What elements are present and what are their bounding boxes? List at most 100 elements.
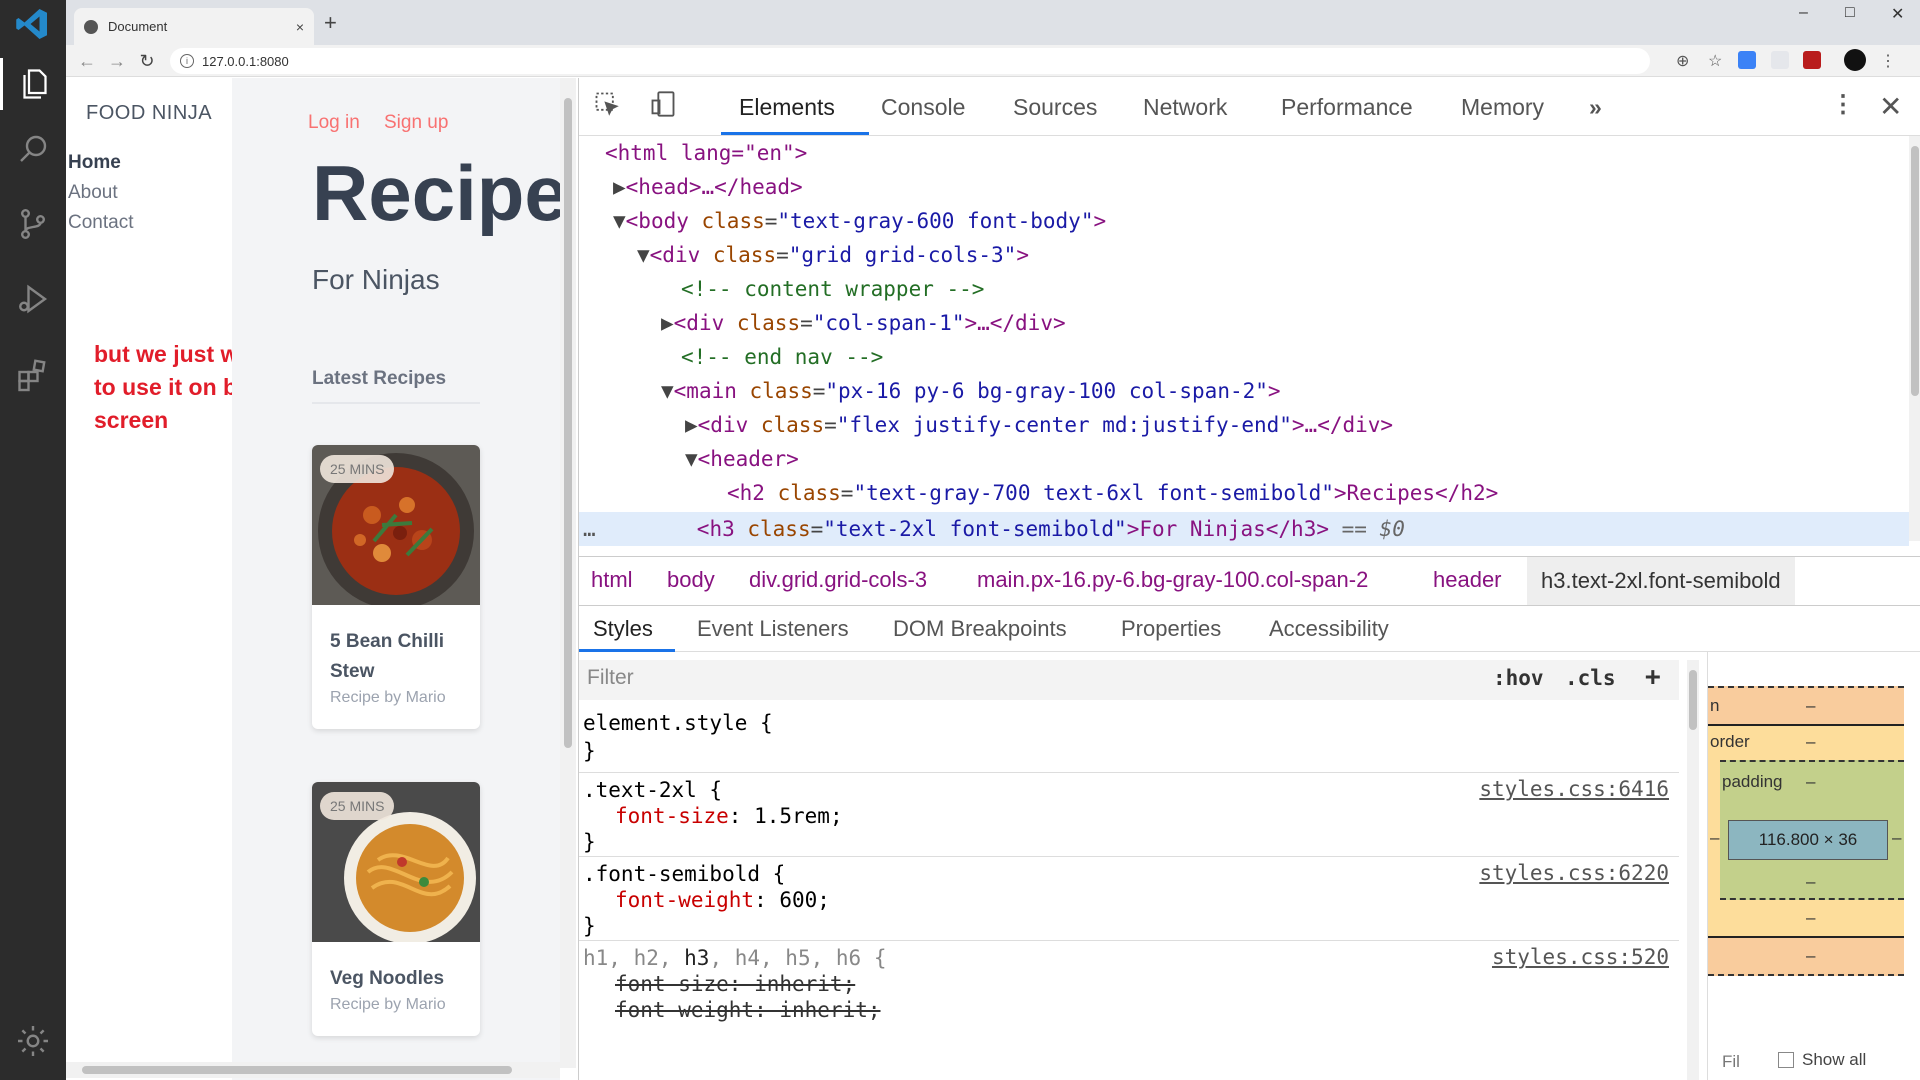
recipe-card[interactable]: 25 MINS Veg Noodles Recipe by Mario <box>312 782 480 1036</box>
scroll-thumb[interactable] <box>1911 146 1919 396</box>
breadcrumb-item[interactable]: header <box>1433 567 1502 593</box>
border-value[interactable]: – <box>1806 732 1815 752</box>
window-close-button[interactable]: ✕ <box>1891 4 1904 24</box>
profile-avatar[interactable] <box>1844 49 1866 71</box>
dom-node[interactable]: ▼<div class="grid grid-cols-3"> <box>637 238 1029 272</box>
rule-source-link[interactable]: styles.css:6220 <box>1479 861 1669 885</box>
content-box[interactable]: 116.800 × 36 <box>1728 820 1888 860</box>
breadcrumb-item[interactable]: html <box>591 567 633 593</box>
pdf-extension-icon[interactable] <box>1803 51 1821 69</box>
new-tab-button[interactable]: + <box>324 10 337 36</box>
breadcrumb-item[interactable]: body <box>667 567 715 593</box>
breadcrumb-item-current[interactable]: h3.text-2xl.font-semibold <box>1527 557 1795 605</box>
extensions-icon[interactable] <box>14 356 52 394</box>
dom-node[interactable]: ▼<body class="text-gray-600 font-body"> <box>613 204 1106 238</box>
site-info-icon[interactable]: i <box>180 54 194 68</box>
collapsed-arrow-icon[interactable]: ▶ <box>613 175 626 199</box>
padding-right-value[interactable]: – <box>1892 828 1901 848</box>
rule-source-link[interactable]: styles.css:6416 <box>1479 777 1669 801</box>
tab-network[interactable]: Network <box>1143 94 1227 121</box>
expanded-arrow-icon[interactable]: ▼ <box>637 243 650 267</box>
tab-elements[interactable]: Elements <box>739 94 835 121</box>
site-brand[interactable]: FOOD NINJA <box>86 102 212 125</box>
expanded-arrow-icon[interactable]: ▼ <box>613 209 626 233</box>
computed-filter-input[interactable]: Fil <box>1722 1052 1740 1072</box>
subtab-dom-breakpoints[interactable]: DOM Breakpoints <box>893 616 1067 642</box>
rule-declaration[interactable]: font-weight: 600; <box>615 887 830 914</box>
subtab-event-listeners[interactable]: Event Listeners <box>697 616 849 642</box>
more-tabs-icon[interactable]: » <box>1589 94 1602 121</box>
tab-performance[interactable]: Performance <box>1281 94 1413 121</box>
scroll-thumb[interactable] <box>564 98 572 748</box>
expanded-arrow-icon[interactable]: ▼ <box>685 447 698 471</box>
breadcrumb-item[interactable]: div.grid.grid-cols-3 <box>749 567 927 593</box>
dom-comment[interactable]: <!-- content wrapper --> <box>681 272 984 306</box>
hov-toggle[interactable]: :hov <box>1493 666 1544 690</box>
device-toolbar-icon[interactable] <box>649 90 677 125</box>
source-control-icon[interactable] <box>14 205 52 243</box>
dom-comment[interactable]: <!-- end nav --> <box>681 340 883 374</box>
tab-close-icon[interactable]: × <box>296 19 304 35</box>
cls-toggle[interactable]: .cls <box>1565 666 1616 690</box>
reload-icon[interactable]: ↻ <box>132 51 162 72</box>
dom-node-selected[interactable]: … <h3 class="text-2xl font-semibold">For… <box>583 512 1405 546</box>
rule-declaration[interactable]: font-size: 1.5rem; <box>615 803 843 830</box>
signup-link[interactable]: Sign up <box>384 112 448 134</box>
minimize-button[interactable]: – <box>1799 4 1808 22</box>
back-arrow-icon[interactable]: ← <box>72 51 102 72</box>
margin-bottom-value[interactable]: – <box>1806 946 1815 966</box>
page-vertical-scrollbar[interactable] <box>560 78 576 1068</box>
devtools-close-icon[interactable]: ✕ <box>1879 90 1902 123</box>
scroll-thumb[interactable] <box>82 1066 512 1074</box>
style-rule[interactable]: .font-semibold { styles.css:6220 font-we… <box>579 856 1679 938</box>
dom-tree-scrollbar[interactable] <box>1909 136 1920 541</box>
tab-memory[interactable]: Memory <box>1461 94 1544 121</box>
dom-node[interactable]: ▶<div class="flex justify-center md:just… <box>685 408 1393 442</box>
extension-gray-icon[interactable] <box>1771 51 1789 69</box>
search-icon[interactable] <box>14 130 52 168</box>
maximize-button[interactable]: □ <box>1845 4 1855 22</box>
tab-sources[interactable]: Sources <box>1013 94 1097 121</box>
extension-blue-icon[interactable] <box>1738 51 1756 69</box>
devtools-menu-icon[interactable]: ⋮ <box>1831 90 1855 119</box>
show-all-checkbox[interactable] <box>1778 1052 1794 1068</box>
dom-node[interactable]: ▶<head>…</head> <box>613 170 803 204</box>
styles-filter-input[interactable]: Filter <box>587 666 634 690</box>
padding-left-value[interactable]: – <box>1710 828 1719 848</box>
collapsed-arrow-icon[interactable]: ▶ <box>661 311 674 335</box>
settings-gear-icon[interactable] <box>14 1022 52 1060</box>
padding-value[interactable]: – <box>1806 772 1815 792</box>
dom-node[interactable]: ▶<div class="col-span-1">…</div> <box>661 306 1066 340</box>
border-bottom-value[interactable]: – <box>1806 908 1815 928</box>
breadcrumb-item[interactable]: main.px-16.py-6.bg-gray-100.col-span-2 <box>977 567 1368 593</box>
tab-console[interactable]: Console <box>881 94 965 121</box>
forward-arrow-icon[interactable]: → <box>102 51 132 72</box>
zoom-icon[interactable]: ⊕ <box>1676 51 1689 71</box>
collapsed-arrow-icon[interactable]: ▶ <box>685 413 698 437</box>
browser-menu-icon[interactable]: ⋮ <box>1880 51 1896 71</box>
address-bar[interactable]: i 127.0.0.1:8080 <box>170 48 1650 74</box>
padding-bottom-value[interactable]: – <box>1806 872 1815 892</box>
nav-contact-link[interactable]: Contact <box>68 212 133 234</box>
dom-node[interactable]: ▼<main class="px-16 py-6 bg-gray-100 col… <box>661 374 1281 408</box>
rule-source-link[interactable]: styles.css:520 <box>1492 945 1669 969</box>
recipe-card[interactable]: 25 MINS 5 Bean Chilli Stew Recipe by Mar… <box>312 445 480 729</box>
dom-node[interactable]: <h2 class="text-gray-700 text-6xl font-s… <box>727 476 1498 510</box>
overridden-declaration[interactable]: font-size: inherit; <box>615 971 855 998</box>
overridden-declaration[interactable]: font-weight: inherit; <box>615 997 881 1024</box>
explorer-icon[interactable] <box>0 58 66 110</box>
nav-about-link[interactable]: About <box>68 182 118 204</box>
new-rule-button[interactable]: + <box>1645 662 1661 692</box>
style-rule[interactable]: h1, h2, h3, h4, h5, h6 { styles.css:520 … <box>579 940 1679 1080</box>
bookmark-star-icon[interactable]: ☆ <box>1708 51 1722 71</box>
margin-value[interactable]: – <box>1806 696 1815 716</box>
scroll-thumb[interactable] <box>1689 670 1697 730</box>
page-horizontal-scrollbar[interactable] <box>66 1062 560 1078</box>
subtab-properties[interactable]: Properties <box>1121 616 1221 642</box>
dom-node[interactable]: <html lang="en"> <box>605 136 807 170</box>
style-rule[interactable]: .text-2xl { styles.css:6416 font-size: 1… <box>579 772 1679 854</box>
browser-tab[interactable]: Document × <box>74 8 314 45</box>
subtab-styles[interactable]: Styles <box>593 616 653 642</box>
styles-scrollbar[interactable] <box>1687 660 1699 1080</box>
login-link[interactable]: Log in <box>308 112 360 134</box>
